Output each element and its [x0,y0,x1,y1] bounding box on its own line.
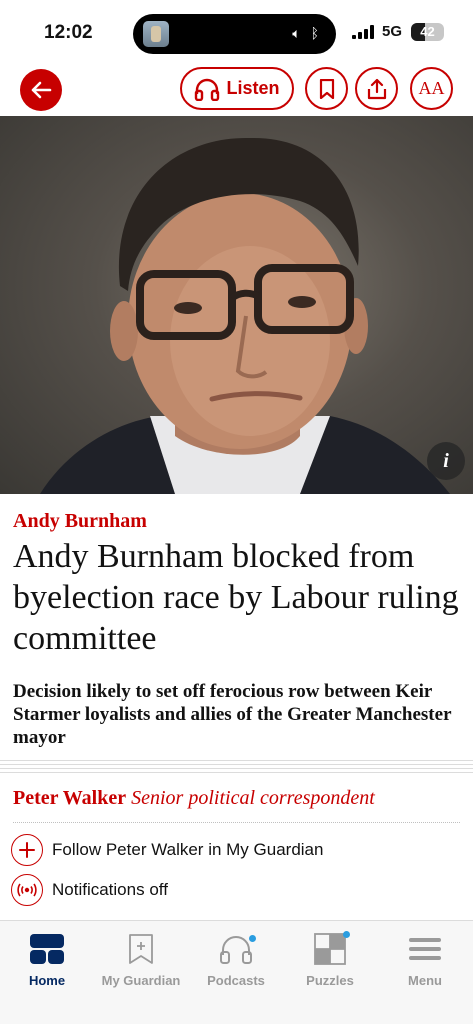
article-kicker[interactable]: Andy Burnham [13,510,147,533]
network-type: 5G [382,23,403,40]
tab-home[interactable]: Home [0,921,94,1001]
tab-label: Puzzles [306,973,354,988]
follow-author-button[interactable]: Follow Peter Walker in My Guardian [11,833,323,867]
notification-waves-icon [11,874,43,906]
headphones-icon [195,78,220,101]
author-name: Peter Walker [13,787,127,809]
notifications-toggle[interactable]: Notifications off [11,873,168,907]
listen-button[interactable]: Listen [180,67,294,110]
tab-label: Home [28,973,66,988]
article-headline: Andy Burnham blocked from byelection rac… [13,538,459,657]
byline[interactable]: Peter Walker Senior political correspond… [13,787,375,810]
share-button[interactable] [355,67,398,110]
tab-label: Podcasts [207,973,265,988]
dotted-divider [13,822,460,823]
hero-image[interactable]: i [0,116,473,494]
bookmark-icon [319,78,334,99]
headphones-icon [218,931,256,967]
status-bar: 12:02 🔈︎ ᛒ 5G 42 [0,0,473,62]
status-time: 12:02 [44,22,93,43]
tab-podcasts[interactable]: Podcasts [189,921,283,1001]
arrow-left-icon [31,81,52,99]
follow-label: Follow Peter Walker in My Guardian [52,840,324,859]
author-role: Senior political correspondent [131,787,375,809]
battery-level: 42 [420,24,435,39]
crossword-icon [314,931,350,967]
menu-icon [408,931,442,967]
text-size-icon: AA [418,78,445,98]
plus-icon [11,834,43,866]
new-content-dot [249,935,256,942]
tab-puzzles[interactable]: Puzzles [283,921,377,1001]
listen-label: Listen [226,78,280,98]
tab-my-guardian[interactable]: My Guardian [94,921,188,1001]
bookmark-plus-icon [128,931,154,967]
battery-icon: 42 [411,23,444,41]
share-icon [367,78,386,99]
home-icon [29,931,65,967]
tab-label: My Guardian [101,973,181,988]
text-size-button[interactable]: AA [410,67,453,110]
save-bookmark-button[interactable] [305,67,348,110]
back-button[interactable] [20,69,62,111]
volume-bluetooth-icon: 🔈︎ ᛒ [292,25,322,41]
now-playing-thumbnail [143,21,169,47]
dynamic-island[interactable]: 🔈︎ ᛒ [133,14,336,54]
image-info-button[interactable]: i [427,442,465,480]
article-toolbar: Listen AA [0,62,473,116]
notifications-label: Notifications off [52,880,168,899]
bottom-tab-bar: Home My Guardian Podcasts Puzzles Menu [0,920,473,1024]
tab-label: Menu [408,973,442,988]
article-standfirst: Decision likely to set off ferocious row… [13,681,452,748]
section-divider [0,760,473,776]
tab-menu[interactable]: Menu [378,921,472,1001]
portrait-illustration [40,137,450,494]
signal-icon [352,25,376,39]
new-content-dot [343,931,350,938]
